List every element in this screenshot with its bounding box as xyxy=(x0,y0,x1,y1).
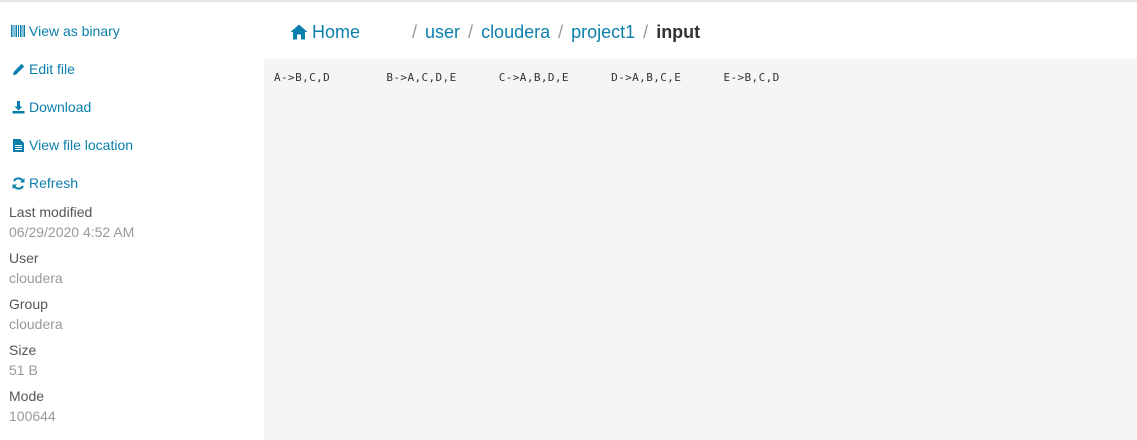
user-value: cloudera xyxy=(9,270,63,286)
mode-label: Mode xyxy=(9,388,45,404)
home-icon xyxy=(290,23,308,41)
breadcrumb-home-label: Home xyxy=(312,21,361,42)
breadcrumb: Home / user / cloudera / project1 / inpu… xyxy=(290,19,700,45)
file-contents: A->B,C,D B->A,C,D,E C->A,B,D,E D->A,B,C,… xyxy=(274,71,780,84)
breadcrumb-home-link[interactable]: Home xyxy=(290,22,360,43)
edit-file-label: Edit file xyxy=(29,61,75,77)
view-as-binary-link[interactable]: View as binary xyxy=(11,21,120,41)
breadcrumb-current-file: input xyxy=(656,21,701,42)
refresh-label: Refresh xyxy=(29,175,79,191)
user-property: User cloudera xyxy=(9,248,63,288)
last-modified-property: Last modified 06/29/2020 4:52 AM xyxy=(9,202,134,242)
group-value: cloudera xyxy=(9,316,63,332)
download-link[interactable]: Download xyxy=(11,97,91,117)
group-property: Group cloudera xyxy=(9,294,63,334)
refresh-link[interactable]: Refresh xyxy=(11,173,78,193)
barcode-icon xyxy=(11,24,25,38)
refresh-icon xyxy=(11,176,25,190)
breadcrumb-separator: / xyxy=(558,21,564,42)
sidebar: View as binary Edit file Download View f… xyxy=(0,0,264,440)
download-label: Download xyxy=(29,99,92,115)
breadcrumb-item-cloudera[interactable]: cloudera xyxy=(481,22,550,43)
view-file-location-label: View file location xyxy=(29,137,134,153)
mode-property: Mode 100644 xyxy=(9,386,56,426)
last-modified-value: 06/29/2020 4:52 AM xyxy=(9,224,135,240)
view-as-binary-label: View as binary xyxy=(29,23,120,39)
file-content-panel: A->B,C,D B->A,C,D,E C->A,B,D,E D->A,B,C,… xyxy=(264,59,1137,440)
group-label: Group xyxy=(9,296,48,312)
user-label: User xyxy=(9,250,39,266)
breadcrumb-item-user[interactable]: user xyxy=(425,22,460,43)
view-file-location-link[interactable]: View file location xyxy=(11,135,133,155)
mode-value: 100644 xyxy=(9,408,56,424)
size-value: 51 B xyxy=(9,362,38,378)
size-property: Size 51 B xyxy=(9,340,38,380)
breadcrumb-separator: / xyxy=(412,21,418,42)
last-modified-label: Last modified xyxy=(9,204,93,220)
file-viewer-page: View as binary Edit file Download View f… xyxy=(0,0,1137,440)
edit-file-link[interactable]: Edit file xyxy=(11,59,75,79)
pencil-icon xyxy=(11,62,25,76)
breadcrumb-separator: / xyxy=(643,21,649,42)
file-text-icon xyxy=(11,138,25,152)
breadcrumb-item-project1[interactable]: project1 xyxy=(571,22,635,43)
download-icon xyxy=(11,100,25,114)
size-label: Size xyxy=(9,342,37,358)
breadcrumb-separator: / xyxy=(468,21,474,42)
